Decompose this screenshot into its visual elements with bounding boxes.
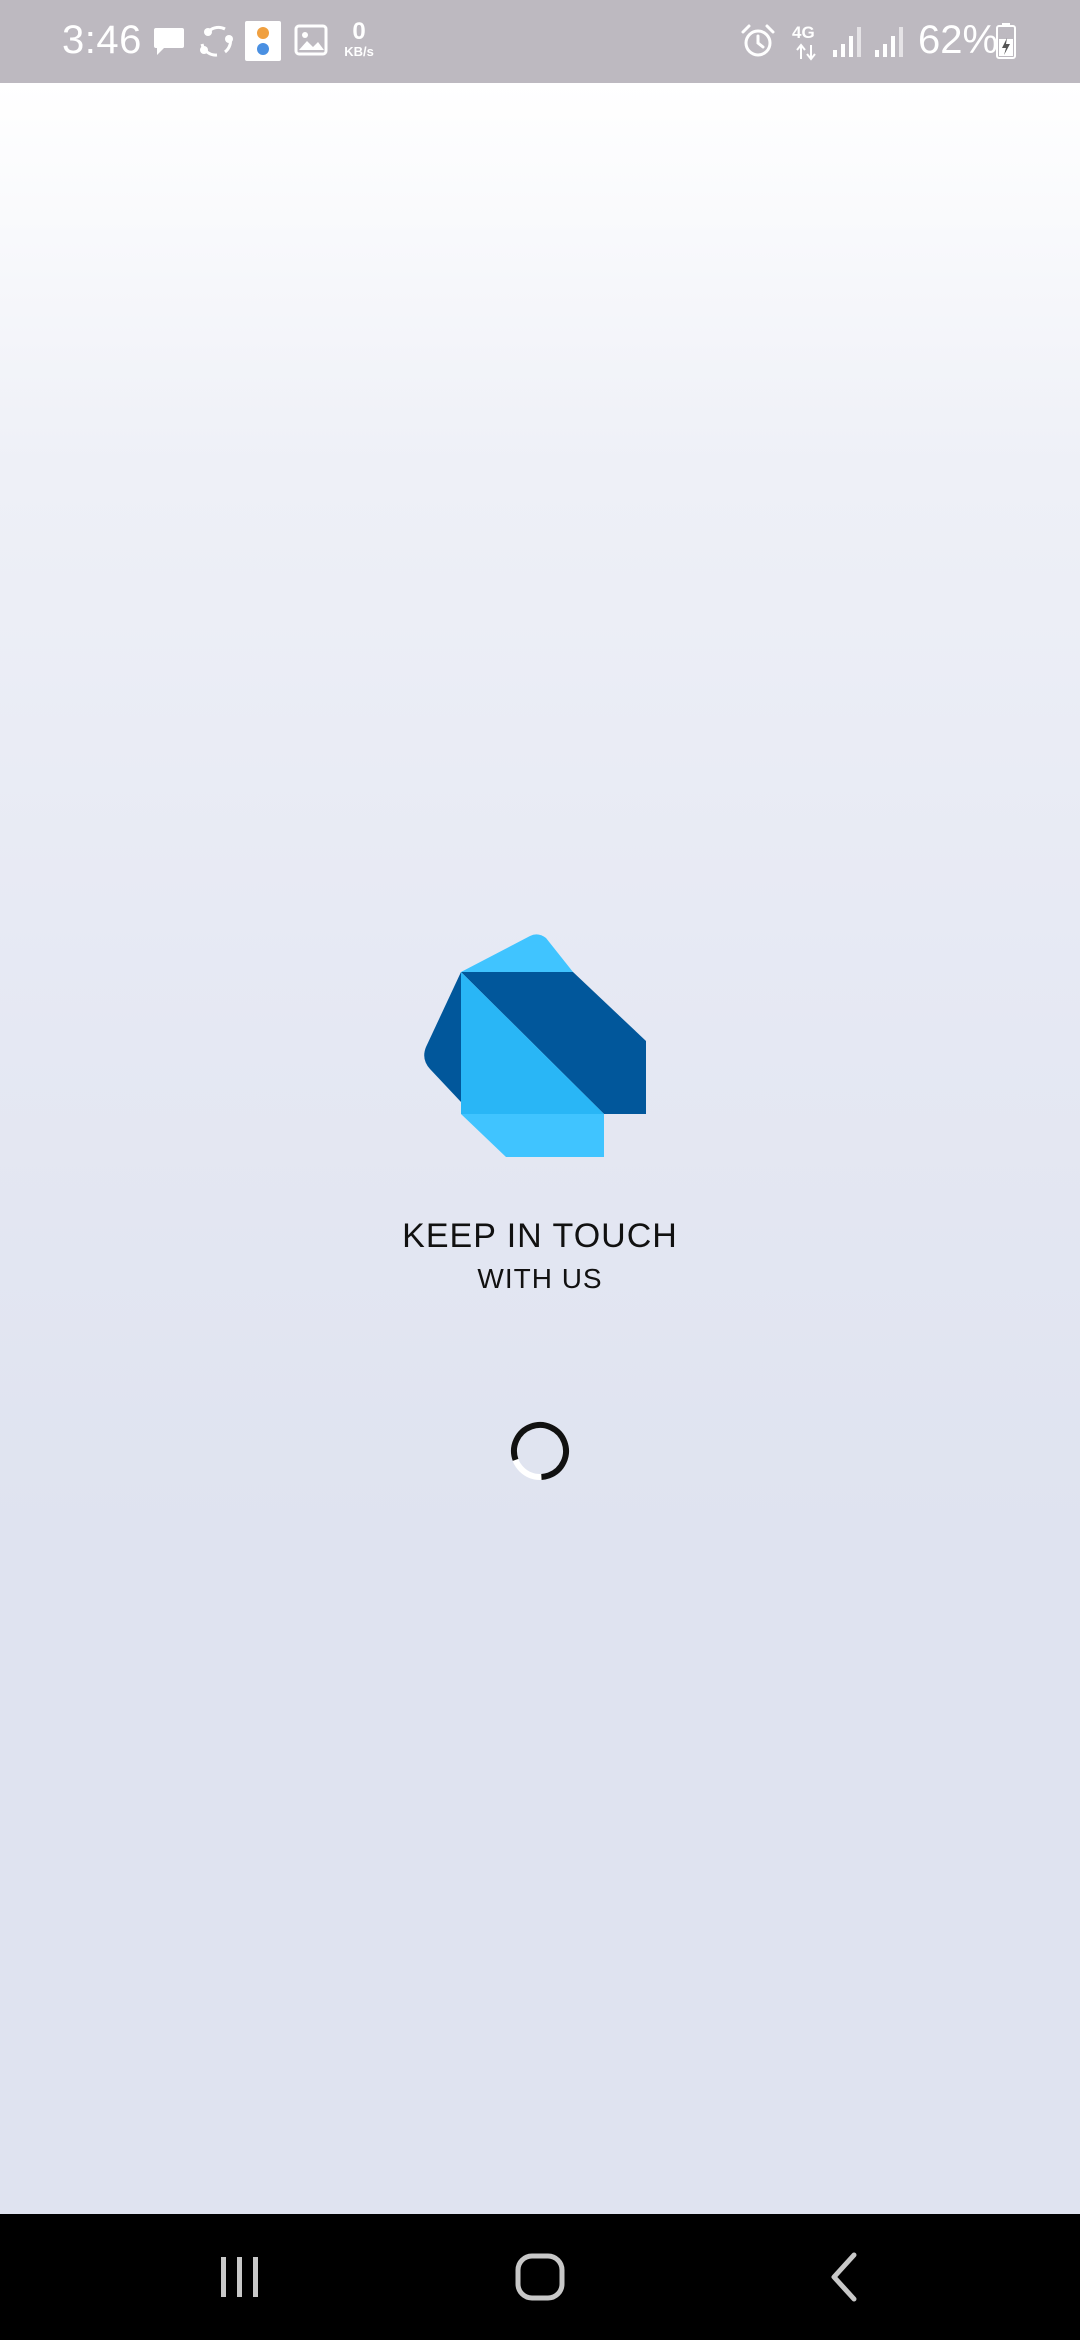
recent-apps-icon bbox=[221, 2257, 258, 2297]
navigation-bar bbox=[0, 2214, 1080, 2340]
signal-icon bbox=[833, 27, 861, 57]
loading-spinner-icon bbox=[511, 1422, 569, 1480]
gallery-icon bbox=[294, 24, 328, 56]
network-type: 4G bbox=[792, 23, 815, 42]
headline: KEEP IN TOUCH bbox=[402, 1217, 678, 1255]
battery-icon bbox=[996, 23, 1016, 59]
alarm-icon bbox=[741, 24, 775, 57]
back-button[interactable] bbox=[774, 2214, 914, 2340]
home-button[interactable] bbox=[470, 2214, 610, 2340]
signal-icon bbox=[875, 27, 903, 57]
data-arrows-icon bbox=[796, 43, 816, 61]
network-speed-value: 0 bbox=[352, 18, 366, 45]
network-speed: 0 KB/s bbox=[336, 18, 382, 59]
message-icon bbox=[154, 28, 184, 55]
status-time: 3:46 bbox=[62, 18, 142, 62]
status-bar: 3:46 0 KB/s 4G 62% bbox=[0, 0, 1080, 83]
subline: WITH US bbox=[477, 1263, 603, 1294]
back-icon bbox=[831, 2252, 857, 2302]
home-icon bbox=[515, 2253, 565, 2301]
dart-logo bbox=[424, 934, 646, 1157]
app-notification-icon bbox=[245, 21, 281, 61]
recent-apps-button[interactable] bbox=[170, 2214, 310, 2340]
network-speed-unit: KB/s bbox=[344, 44, 374, 59]
share-icon bbox=[200, 25, 233, 57]
battery-percent: 62% bbox=[918, 18, 999, 62]
splash-screen: KEEP IN TOUCH WITH US bbox=[0, 83, 1080, 2214]
